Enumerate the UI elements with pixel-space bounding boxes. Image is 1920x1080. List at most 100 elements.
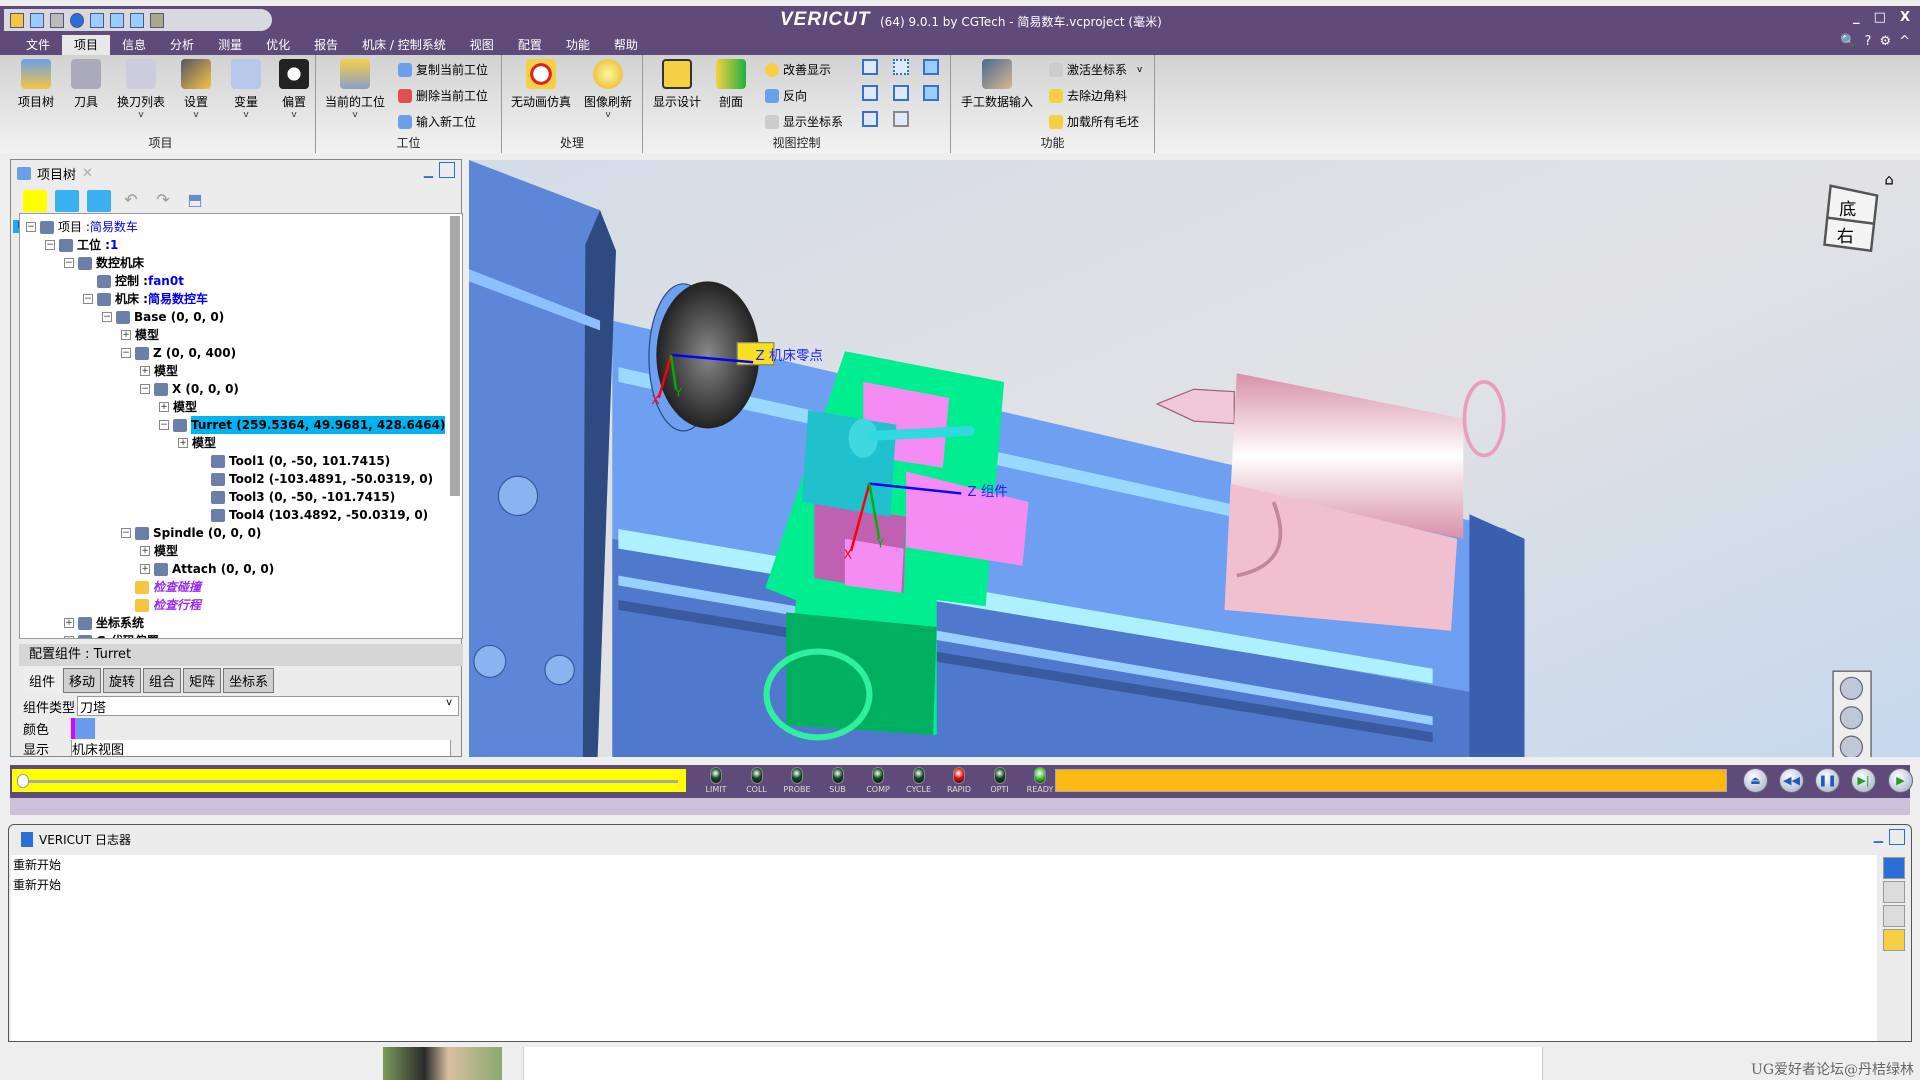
rewind-icon[interactable]: ◀◀ xyxy=(1779,768,1804,793)
tree-item[interactable]: + 模型 xyxy=(178,434,216,452)
tree-item[interactable]: + G-代码偏置 xyxy=(64,632,159,638)
expand-icon[interactable]: + xyxy=(140,366,150,376)
mdi-button[interactable]: 手工数据输入 xyxy=(955,59,1039,110)
tree-item[interactable]: − 数控机床 xyxy=(64,254,144,272)
tree-item[interactable]: − Base (0, 0, 0) xyxy=(102,308,224,326)
no-animation-button[interactable]: 无动画仿真 xyxy=(506,59,576,110)
collapse-icon[interactable]: − xyxy=(159,420,169,430)
layout-horizontal-icon[interactable] xyxy=(130,12,144,28)
offsets-button[interactable]: 偏置 v xyxy=(264,59,324,120)
collapse-icon[interactable]: − xyxy=(64,258,74,268)
navcube-bottom-face[interactable]: 底 xyxy=(1839,200,1856,220)
close-tab-icon[interactable]: ✕ xyxy=(82,166,93,181)
layout-single-icon[interactable] xyxy=(90,12,104,28)
tree-item[interactable]: Tool2 (-103.4891, -50.0319, 0) xyxy=(197,470,433,488)
gear-icon[interactable]: ⚙ xyxy=(1879,34,1891,49)
tree-item[interactable]: − 机床 : 简易数控车 xyxy=(83,290,208,308)
float-panel-icon[interactable] xyxy=(439,162,455,178)
3d-viewport[interactable]: Z 机床零点 Y X Z 组件 Y X 底 右 ⌂ xyxy=(469,160,1920,757)
menu-6[interactable]: 报告 xyxy=(302,35,350,55)
float-panel-icon[interactable] xyxy=(1889,829,1905,845)
tree-item[interactable]: + 模型 xyxy=(140,362,178,380)
collapse-icon[interactable]: − xyxy=(83,294,93,304)
collapse-icon[interactable]: − xyxy=(26,222,36,232)
display-design-button[interactable]: 显示设计 xyxy=(647,59,707,110)
tab-project-tree[interactable]: 项目树 ✕ xyxy=(17,162,127,184)
config-tab[interactable]: 旋转 xyxy=(103,668,142,693)
load-stocks-button[interactable]: 加载所有毛坯 xyxy=(1049,113,1139,130)
navigation-cube[interactable]: 底 右 xyxy=(1823,184,1879,253)
tool-list-icon[interactable] xyxy=(1883,905,1905,927)
refresh-image-button[interactable]: 图像刷新 v xyxy=(576,59,640,120)
view-horizontal-icon[interactable] xyxy=(862,111,878,127)
undo-icon[interactable]: ↶ xyxy=(119,190,143,212)
collapse-icon[interactable]: − xyxy=(121,528,131,538)
tool-icon[interactable] xyxy=(50,12,64,28)
component-type-select[interactable]: 刀塔 v xyxy=(77,696,459,716)
activate-csys-button[interactable]: 激活坐标系 v xyxy=(1049,61,1142,78)
collapse-icon[interactable]: ^ xyxy=(1899,34,1910,49)
expand-icon[interactable]: + xyxy=(140,546,150,556)
menu-1[interactable]: 项目 xyxy=(62,35,111,55)
collapse-icon[interactable]: − xyxy=(102,312,112,322)
expand-icon[interactable]: + xyxy=(64,636,74,638)
add-component-icon[interactable] xyxy=(87,190,111,212)
help-icon[interactable]: ? xyxy=(1865,34,1872,49)
play-icon[interactable]: ▶ xyxy=(1888,768,1913,793)
tools-button[interactable]: 刀具 xyxy=(56,59,116,110)
tree-item[interactable]: 检查行程 xyxy=(121,596,201,614)
remove-chips-button[interactable]: 去除边角料 xyxy=(1049,87,1127,104)
config-tab[interactable]: 移动 xyxy=(63,668,102,693)
home-view-icon[interactable]: ⌂ xyxy=(1884,172,1893,189)
image-icon[interactable] xyxy=(150,12,164,28)
search-icon[interactable]: 🔍 xyxy=(1840,34,1856,49)
fit-all-icon[interactable] xyxy=(923,85,939,101)
tree-item[interactable]: + Attach (0, 0, 0) xyxy=(140,560,274,578)
tree-scrollbar[interactable] xyxy=(450,216,460,496)
menu-11[interactable]: 帮助 xyxy=(602,35,650,55)
menu-9[interactable]: 配置 xyxy=(506,35,554,55)
tab-log[interactable]: VERICUT 日志器 xyxy=(13,827,139,851)
tree-item[interactable]: + 坐标系统 xyxy=(64,614,144,632)
expand-icon[interactable]: + xyxy=(121,330,131,340)
menu-2[interactable]: 信息 xyxy=(110,35,158,55)
tree-item[interactable]: 检查碰撞 xyxy=(121,578,201,596)
fit-icon[interactable] xyxy=(923,59,939,75)
config-tab[interactable]: 组件 xyxy=(23,668,62,693)
zoom-box-icon[interactable] xyxy=(893,59,909,75)
open-icon[interactable] xyxy=(10,12,24,28)
menu-7[interactable]: 机床 / 控制系统 xyxy=(350,35,458,55)
expand-icon[interactable]: + xyxy=(140,564,150,574)
chevron-down-icon[interactable]: v xyxy=(1137,65,1142,75)
minimize-button[interactable]: _ xyxy=(1853,10,1860,25)
tree-item[interactable]: − Z (0, 0, 400) xyxy=(121,344,236,362)
view-split-icon[interactable] xyxy=(862,85,878,101)
new-setup-button[interactable]: 输入新工位 xyxy=(398,113,476,130)
speed-slider[interactable] xyxy=(12,769,686,792)
minimize-panel-icon[interactable]: ▁ xyxy=(424,164,433,178)
maximize-button[interactable]: □ xyxy=(1874,10,1886,25)
menu-4[interactable]: 测量 xyxy=(206,35,254,55)
view-single-icon[interactable] xyxy=(862,59,878,75)
collapse-icon[interactable]: − xyxy=(45,240,55,250)
config-tab[interactable]: 矩阵 xyxy=(183,668,222,693)
minimize-panel-icon[interactable]: ▁ xyxy=(1874,829,1883,843)
eject-icon[interactable]: ⏏ xyxy=(1743,768,1768,793)
info-icon[interactable] xyxy=(70,12,84,28)
close-button[interactable]: X xyxy=(1900,10,1910,25)
zoom-out-icon[interactable] xyxy=(893,85,909,101)
expand-icon[interactable]: + xyxy=(64,618,74,628)
tree-item[interactable]: − Spindle (0, 0, 0) xyxy=(121,524,261,542)
menu-10[interactable]: 功能 xyxy=(554,35,602,55)
tree-item[interactable]: + 模型 xyxy=(140,542,178,560)
tree-item[interactable]: Tool1 (0, -50, 101.7415) xyxy=(197,452,390,470)
show-csys-button[interactable]: 显示坐标系 xyxy=(765,113,843,130)
color-swatch[interactable] xyxy=(71,718,95,739)
slider-thumb[interactable] xyxy=(17,774,29,788)
expand-icon[interactable]: + xyxy=(178,438,188,448)
redo-icon[interactable]: ↷ xyxy=(151,190,175,212)
delete-setup-button[interactable]: 删除当前工位 xyxy=(398,87,488,104)
menu-8[interactable]: 视图 xyxy=(458,35,506,55)
select-mouse-icon[interactable] xyxy=(23,190,47,212)
tree-item[interactable]: 控制 : fan0t xyxy=(83,272,184,290)
